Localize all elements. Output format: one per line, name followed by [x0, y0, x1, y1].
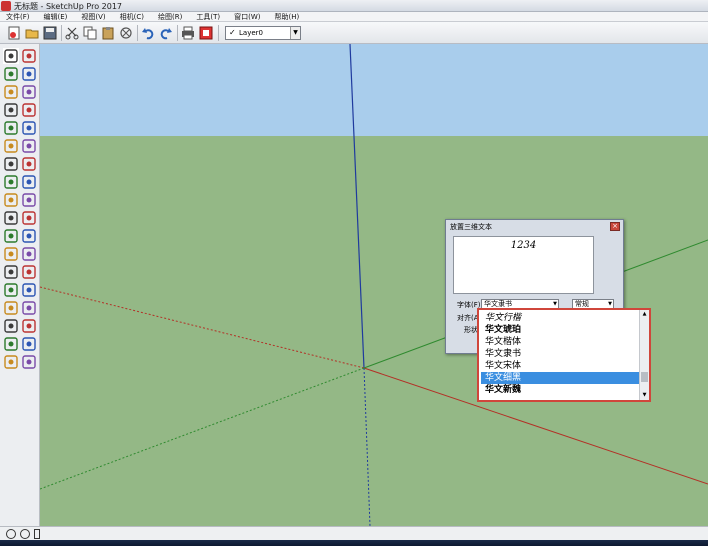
- 3d-text-icon[interactable]: [21, 264, 37, 280]
- dropdown-scrollbar[interactable]: ▲ ▼: [639, 310, 649, 400]
- scroll-thumb[interactable]: [641, 372, 648, 382]
- eraser-icon[interactable]: [21, 66, 37, 82]
- dimension-icon[interactable]: [21, 228, 37, 244]
- font-option[interactable]: 华文行楷: [481, 312, 639, 324]
- undo-icon[interactable]: [140, 25, 156, 41]
- redo-icon[interactable]: [158, 25, 174, 41]
- push-pull-icon[interactable]: [21, 174, 37, 190]
- dialog-title: 放置三维文本: [450, 223, 492, 231]
- scroll-up-icon[interactable]: ▲: [640, 310, 649, 319]
- font-option[interactable]: 华文隶书: [481, 348, 639, 360]
- title-bar: 无标题 - SketchUp Pro 2017: [0, 0, 708, 12]
- paint-bucket-icon[interactable]: [3, 66, 19, 82]
- font-select-value: 华文隶书: [484, 300, 512, 308]
- offset-icon[interactable]: [21, 210, 37, 226]
- select-icon[interactable]: [3, 48, 19, 64]
- polygon-icon[interactable]: [21, 120, 37, 136]
- shape-label: 形状: [464, 326, 478, 334]
- menu-help[interactable]: 帮助(H): [270, 12, 303, 21]
- circle-icon[interactable]: [3, 120, 19, 136]
- zoom-window-icon[interactable]: [21, 300, 37, 316]
- cut-icon[interactable]: [64, 25, 80, 41]
- layer-select[interactable]: ✓ Layer0 ▼: [225, 26, 301, 40]
- position-camera-icon[interactable]: [3, 336, 19, 352]
- geo-location-icon[interactable]: [6, 529, 16, 539]
- font-option-selected[interactable]: 华文细黑: [481, 372, 639, 384]
- menu-tools[interactable]: 工具(T): [192, 12, 224, 21]
- zoom-icon[interactable]: [3, 300, 19, 316]
- text-input[interactable]: 1234: [453, 236, 594, 294]
- section-plane-icon[interactable]: [21, 354, 37, 370]
- windows-taskbar: [0, 540, 708, 546]
- menu-view[interactable]: 视图(V): [77, 12, 109, 21]
- menu-window[interactable]: 窗口(W): [230, 12, 264, 21]
- font-option[interactable]: 华文新魏: [481, 384, 639, 396]
- text-icon[interactable]: [21, 246, 37, 262]
- menu-edit[interactable]: 编辑(E): [40, 12, 72, 21]
- scale-icon[interactable]: [3, 210, 19, 226]
- orbit-icon[interactable]: [3, 282, 19, 298]
- menu-bar: 文件(F) 编辑(E) 视图(V) 相机(C) 绘图(R) 工具(T) 窗口(W…: [0, 12, 708, 22]
- copy-icon[interactable]: [82, 25, 98, 41]
- font-style-value: 常规: [575, 300, 589, 308]
- status-bar: [0, 526, 708, 540]
- arc-icon[interactable]: [3, 138, 19, 154]
- save-icon[interactable]: [42, 25, 58, 41]
- previous-view-icon[interactable]: [21, 318, 37, 334]
- freehand-icon[interactable]: [21, 84, 37, 100]
- new-file-icon[interactable]: [6, 25, 22, 41]
- open-folder-icon[interactable]: [24, 25, 40, 41]
- menu-camera[interactable]: 相机(C): [116, 12, 148, 21]
- two-point-arc-icon[interactable]: [21, 138, 37, 154]
- left-toolbar: [0, 44, 40, 526]
- sketchup-app-icon: [1, 1, 11, 11]
- credits-icon[interactable]: [20, 529, 30, 539]
- three-point-arc-icon[interactable]: [3, 156, 19, 172]
- pie-icon[interactable]: [21, 156, 37, 172]
- menu-file[interactable]: 文件(F): [2, 12, 34, 21]
- sky: [40, 44, 708, 136]
- zoom-extents-icon[interactable]: [3, 318, 19, 334]
- component-icon[interactable]: [21, 48, 37, 64]
- model-info-icon[interactable]: [198, 25, 214, 41]
- protractor-icon[interactable]: [3, 246, 19, 262]
- erase-icon[interactable]: [118, 25, 134, 41]
- move-icon[interactable]: [3, 174, 19, 190]
- menu-draw[interactable]: 绘图(R): [154, 12, 186, 21]
- chevron-down-icon[interactable]: ▼: [608, 300, 612, 308]
- close-icon[interactable]: ×: [610, 222, 620, 231]
- scroll-down-icon[interactable]: ▼: [640, 391, 649, 400]
- print-icon[interactable]: [180, 25, 196, 41]
- font-option[interactable]: 华文楷体: [481, 336, 639, 348]
- rectangle-icon[interactable]: [3, 102, 19, 118]
- main-toolbar: ✓ Layer0 ▼: [0, 22, 708, 44]
- paste-icon[interactable]: [100, 25, 116, 41]
- follow-me-icon[interactable]: [21, 192, 37, 208]
- chevron-down-icon[interactable]: ▼: [290, 27, 300, 39]
- walk-icon[interactable]: [3, 354, 19, 370]
- font-dropdown-list[interactable]: 华文行楷 华文琥珀 华文楷体 华文隶书 华文宋体 华文细黑 华文新魏 ▲ ▼: [477, 308, 651, 402]
- tape-measure-icon[interactable]: [3, 228, 19, 244]
- rotate-icon[interactable]: [3, 192, 19, 208]
- pan-icon[interactable]: [21, 282, 37, 298]
- help-icon[interactable]: [34, 529, 40, 539]
- font-option[interactable]: 华文琥珀: [481, 324, 639, 336]
- layer-check-icon: ✓: [229, 28, 236, 37]
- axes-icon[interactable]: [3, 264, 19, 280]
- rotated-rectangle-icon[interactable]: [21, 102, 37, 118]
- window-title: 无标题 - SketchUp Pro 2017: [14, 2, 122, 11]
- chevron-down-icon[interactable]: ▼: [553, 300, 557, 308]
- layer-value: Layer0: [239, 29, 263, 37]
- text-input-value: 1234: [510, 240, 537, 251]
- font-option[interactable]: 华文宋体: [481, 360, 639, 372]
- line-icon[interactable]: [3, 84, 19, 100]
- look-around-icon[interactable]: [21, 336, 37, 352]
